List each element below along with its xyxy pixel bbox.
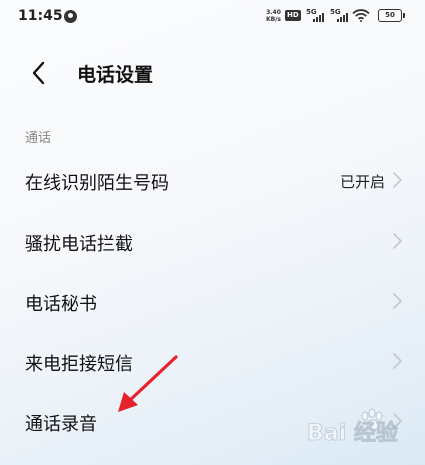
watermark-text: Bai 经验 — [307, 420, 398, 446]
baidu-jingyan-watermark: Bai 经验 — [307, 408, 398, 446]
section-label: 通话 — [25, 131, 52, 146]
network-speed: 3.40 KB/s — [266, 9, 281, 23]
status-bar: 11:45 3.40 KB/s HD 5G 5G 50 — [0, 0, 425, 34]
chevron-right-icon — [393, 172, 402, 188]
wifi-icon — [352, 9, 370, 22]
notification-icon — [64, 10, 77, 23]
row-label: 电话秘书 — [25, 294, 97, 315]
chevron-left-icon[interactable] — [24, 58, 54, 88]
signal-icon-sim1: 5G — [306, 8, 328, 22]
app-header: 电话设置 — [0, 50, 425, 94]
network-speed-value: 3.40 — [266, 9, 281, 16]
settings-row-reject-sms[interactable]: 来电拒接短信 — [0, 331, 425, 391]
hd-voice-icon: HD — [285, 10, 301, 21]
battery-icon: 50 — [378, 9, 405, 22]
chevron-right-icon — [393, 233, 402, 249]
red-arrow-annotation — [118, 355, 178, 412]
row-status-value: 已开启 — [339, 173, 385, 191]
chevron-right-icon — [393, 293, 402, 309]
signal-icon-sim2: 5G — [330, 8, 352, 22]
row-label: 通话录音 — [25, 414, 97, 435]
settings-row-unknown-number-id[interactable]: 在线识别陌生号码 已开启 — [0, 150, 425, 210]
row-label: 在线识别陌生号码 — [25, 173, 169, 194]
row-label: 骚扰电话拦截 — [25, 234, 133, 255]
settings-row-call-secretary[interactable]: 电话秘书 — [0, 271, 425, 331]
page-title: 电话设置 — [77, 64, 154, 86]
network-speed-unit: KB/s — [266, 16, 281, 23]
status-time: 11:45 — [18, 8, 63, 24]
settings-row-spam-call-block[interactable]: 骚扰电话拦截 — [0, 211, 425, 271]
chevron-right-icon — [393, 353, 402, 369]
